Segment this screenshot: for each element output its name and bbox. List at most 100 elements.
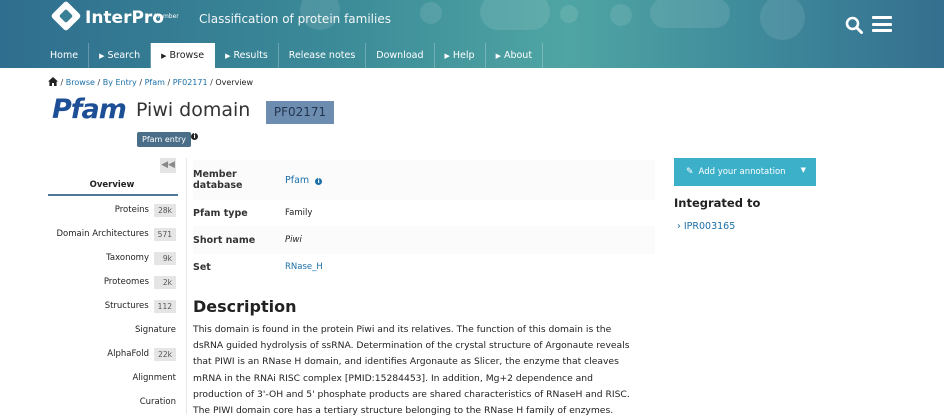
- sidebar-item-alignment[interactable]: Alignment: [48, 366, 178, 390]
- entry-type-badge: Pfam entry: [137, 132, 192, 147]
- nav-item-release-notes[interactable]: Release notes: [279, 43, 367, 68]
- info-icon[interactable]: i: [191, 133, 198, 140]
- sidebar-item-count: 112: [153, 299, 176, 313]
- logo-member-label: - Member: [150, 13, 179, 20]
- sidebar-item-label: Overview: [89, 179, 135, 190]
- page-title: Piwi domain: [136, 99, 251, 121]
- nav-item-results[interactable]: ▶ Results: [215, 43, 279, 68]
- description-line: This domain is found in the protein Piwi…: [193, 324, 612, 335]
- breadcrumb-link[interactable]: PF02171: [173, 78, 208, 87]
- set-label: Set: [193, 261, 211, 273]
- member-db-value: Pfam i: [285, 175, 323, 186]
- accession-badge: PF02171: [266, 101, 334, 124]
- breadcrumb-link[interactable]: Browse: [66, 78, 95, 87]
- sidebar-item-label: Proteomes: [103, 277, 149, 287]
- nav-item-label: About: [503, 50, 533, 61]
- sidebar-item-taxonomy[interactable]: Taxonomy 9k: [48, 246, 178, 270]
- sidebar-item-proteins[interactable]: Proteins 28k: [48, 198, 178, 222]
- nav-item-label: Home: [50, 50, 79, 61]
- member-db-link[interactable]: Pfam: [285, 175, 309, 186]
- nav-item-search[interactable]: ▶ Search: [89, 43, 152, 68]
- description-line: mRNA in the RNAi RISC complex [PMID:1528…: [193, 372, 593, 384]
- breadcrumb-link[interactable]: By Entry: [103, 78, 137, 87]
- sidebar-item-label: AlphaFold: [107, 349, 149, 359]
- caret-right-icon: ▶: [225, 52, 231, 60]
- member-db-label: Member database: [193, 169, 243, 191]
- add-annotation-button[interactable]: ✎ Add your annotation ▼: [674, 158, 816, 186]
- collapse-sidebar-button[interactable]: ◀◀: [160, 158, 176, 173]
- set-link[interactable]: RNase_H: [285, 262, 323, 272]
- member-db-info-icon[interactable]: i: [315, 177, 323, 185]
- sidebar-item-curation[interactable]: Curation: [48, 390, 178, 414]
- sidebar-item-label: Signature: [134, 325, 176, 335]
- pencil-icon: ✎: [686, 167, 694, 177]
- info-row-type: Pfam type Family: [193, 200, 655, 226]
- integrated-entry-label[interactable]: IPR003165: [684, 221, 735, 232]
- breadcrumb: / Browse / By Entry / Pfam / PF02171 / O…: [48, 77, 253, 87]
- info-row-set: Set RNase_H: [193, 254, 655, 280]
- hamburger-menu-icon[interactable]: [872, 16, 892, 32]
- nav-item-download[interactable]: Download: [366, 43, 435, 68]
- sidebar-item-domain-architectures[interactable]: Domain Architectures 571: [48, 222, 178, 246]
- site-tagline: Classification of protein families: [199, 12, 391, 26]
- description-line: dsRNA guided hydrolysis of ssRNA. Determ…: [193, 340, 630, 352]
- caret-right-icon: ▶: [495, 52, 501, 60]
- short-name-value: Piwi: [285, 235, 302, 245]
- sidebar-divider: [186, 158, 187, 414]
- nav-item-browse[interactable]: ▶ Browse: [151, 43, 216, 68]
- sidebar-item-signature[interactable]: Signature: [48, 318, 178, 342]
- description-text: This domain is found in the protein Piwi…: [193, 322, 653, 419]
- sidebar-item-proteomes[interactable]: Proteomes 2k: [48, 270, 178, 294]
- type-label: Pfam type: [193, 207, 248, 219]
- sidebar-item-overview[interactable]: Overview: [48, 175, 178, 196]
- interpro-logo-icon[interactable]: [50, 0, 82, 32]
- main-nav: Home ▶ Search ▶ Browse ▶ Results Release notes D…: [40, 43, 544, 68]
- sidebar-item-label: Alignment: [132, 373, 176, 383]
- integrated-entry-link[interactable]: › IPR003165: [677, 221, 735, 232]
- nav-item-label: Release notes: [288, 50, 356, 61]
- nav-item-label: Results: [233, 50, 268, 61]
- nav-item-label: Download: [376, 50, 424, 61]
- nav-item-label: Search: [107, 50, 141, 61]
- sidebar-item-count: 2k: [154, 275, 176, 289]
- caret-right-icon: ▶: [444, 52, 450, 60]
- breadcrumb-current: Overview: [215, 78, 254, 87]
- nav-item-home[interactable]: Home: [40, 43, 90, 68]
- info-row-short-name: Short name Piwi: [193, 226, 655, 254]
- caret-right-icon: ▶: [161, 52, 167, 60]
- short-name-label: Short name: [193, 234, 256, 246]
- add-annotation-label: Add your annotation: [698, 167, 786, 177]
- chevron-down-icon[interactable]: ▼: [801, 166, 806, 174]
- entry-info-table: Member database Pfam i Pfam type Family …: [193, 160, 655, 280]
- description-line: that PIWI is an RNase H domain, and iden…: [193, 356, 619, 368]
- description-line: production of 3'-OH and 5' phosphate pro…: [193, 388, 630, 400]
- set-value: RNase_H: [285, 262, 323, 272]
- sidebar-item-structures[interactable]: Structures 112: [48, 294, 178, 318]
- description-heading: Description: [193, 297, 297, 316]
- site-header: InterPro - Member Classification of prot…: [0, 0, 944, 68]
- sidebar-item-label: Proteins: [114, 205, 149, 215]
- sidebar-item-label: Curation: [139, 397, 176, 407]
- sidebar-item-alphafold[interactable]: AlphaFold 22k: [48, 342, 178, 366]
- sidebar: Overview Proteins 28k Domain Architectures 5…: [48, 175, 178, 414]
- sidebar-item-label: Taxonomy: [106, 253, 149, 263]
- nav-item-help[interactable]: ▶ Help: [435, 43, 486, 68]
- type-value: Family: [285, 208, 313, 218]
- sidebar-item-count: 28k: [154, 203, 176, 217]
- sidebar-item-label: Structures: [104, 301, 149, 311]
- sidebar-item-count: 22k: [154, 347, 176, 361]
- breadcrumb-separator: /: [136, 78, 145, 87]
- sidebar-item-label: Domain Architectures: [56, 229, 149, 239]
- breadcrumb-separator: /: [94, 78, 103, 87]
- nav-item-about[interactable]: ▶ About: [486, 43, 544, 68]
- integrated-to-heading: Integrated to: [674, 196, 761, 210]
- home-icon[interactable]: [48, 77, 58, 86]
- sidebar-item-count: 9k: [154, 251, 176, 265]
- caret-right-icon: ▶: [99, 52, 105, 60]
- search-icon[interactable]: [845, 16, 863, 34]
- breadcrumb-link[interactable]: Pfam: [145, 78, 165, 87]
- breadcrumb-separator: /: [164, 78, 173, 87]
- nav-item-label: Browse: [169, 50, 205, 61]
- pfam-logo: Pfam: [52, 94, 127, 125]
- sidebar-item-count: 571: [153, 227, 176, 241]
